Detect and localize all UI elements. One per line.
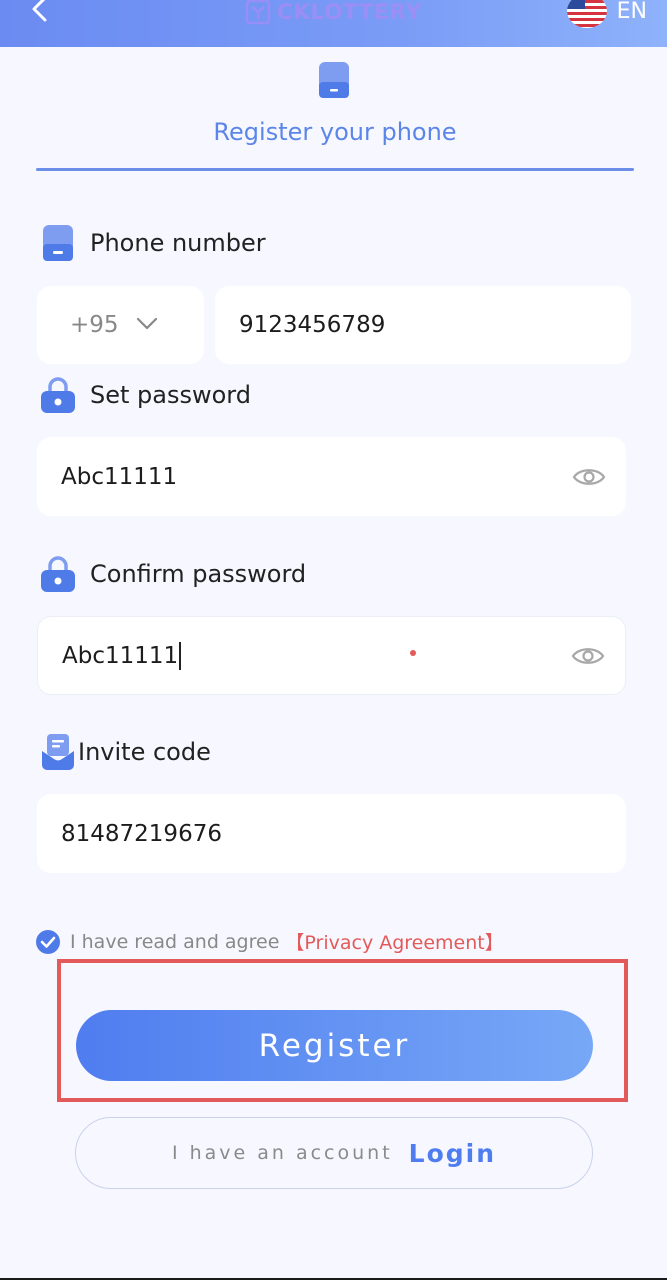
confirm-password-value: Abc11111: [62, 642, 179, 669]
lock-icon: [40, 555, 76, 593]
lock-icon: [40, 376, 76, 414]
invite-code-input[interactable]: 81487219676: [37, 794, 626, 873]
phone-label: Phone number: [90, 229, 266, 257]
app-header: CKLOTTERY EN: [0, 0, 667, 47]
register-button[interactable]: Register: [76, 1010, 593, 1081]
tab-underline: [36, 168, 634, 171]
privacy-agreement-link[interactable]: 【Privacy Agreement】: [285, 928, 503, 955]
phone-value: 9123456789: [239, 312, 386, 338]
country-code-value: +95: [70, 312, 119, 338]
tab-register-phone[interactable]: Register your phone: [36, 58, 634, 172]
chevron-down-icon: [136, 317, 158, 330]
language-selector[interactable]: EN: [566, 0, 647, 28]
checkmark-icon[interactable]: [35, 929, 61, 955]
invite-code-value: 81487219676: [61, 820, 222, 847]
eye-icon[interactable]: [571, 644, 605, 668]
us-flag-icon: [566, 0, 607, 28]
login-link[interactable]: Login: [409, 1139, 496, 1168]
red-dot-marker: [410, 650, 416, 656]
phone-icon: [319, 62, 349, 98]
logo-mark-icon: [245, 0, 271, 25]
invite-icon: [40, 733, 76, 771]
phone-icon: [40, 224, 76, 262]
logo-text: CKLOTTERY: [277, 0, 422, 24]
phone-input[interactable]: 9123456789: [215, 286, 631, 364]
language-label: EN: [616, 0, 647, 24]
phone-label-row: Phone number: [40, 224, 266, 262]
invite-label: Invite code: [78, 738, 211, 766]
register-label: Register: [258, 1027, 411, 1064]
invite-label-row: Invite code: [40, 733, 211, 771]
login-button[interactable]: I have an account Login: [75, 1117, 593, 1189]
back-button[interactable]: [22, 0, 56, 26]
country-code-select[interactable]: +95: [37, 286, 204, 364]
eye-icon[interactable]: [572, 465, 606, 489]
password-label: Set password: [90, 381, 251, 409]
app-logo: CKLOTTERY: [245, 0, 422, 26]
password-input[interactable]: Abc11111: [37, 437, 626, 516]
password-label-row: Set password: [40, 376, 251, 414]
text-caret: [179, 641, 182, 670]
chevron-left-icon: [32, 0, 47, 22]
confirm-password-input[interactable]: Abc11111: [37, 616, 626, 695]
login-prefix: I have an account: [171, 1142, 393, 1164]
confirm-label-row: Confirm password: [40, 555, 306, 593]
tab-label: Register your phone: [213, 118, 457, 146]
agreement-row: I have read and agree 【Privacy Agreement…: [35, 928, 504, 955]
confirm-label: Confirm password: [90, 560, 307, 588]
password-value: Abc11111: [61, 463, 178, 490]
agreement-text: I have read and agree: [70, 930, 280, 953]
